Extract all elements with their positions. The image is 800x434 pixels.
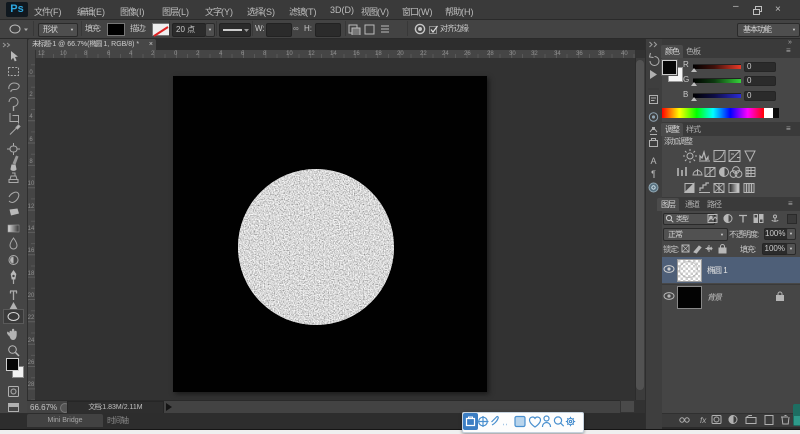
- svg-text:¶: ¶: [651, 169, 656, 179]
- svg-text:A: A: [650, 156, 656, 166]
- svg-text:fx: fx: [700, 416, 707, 425]
